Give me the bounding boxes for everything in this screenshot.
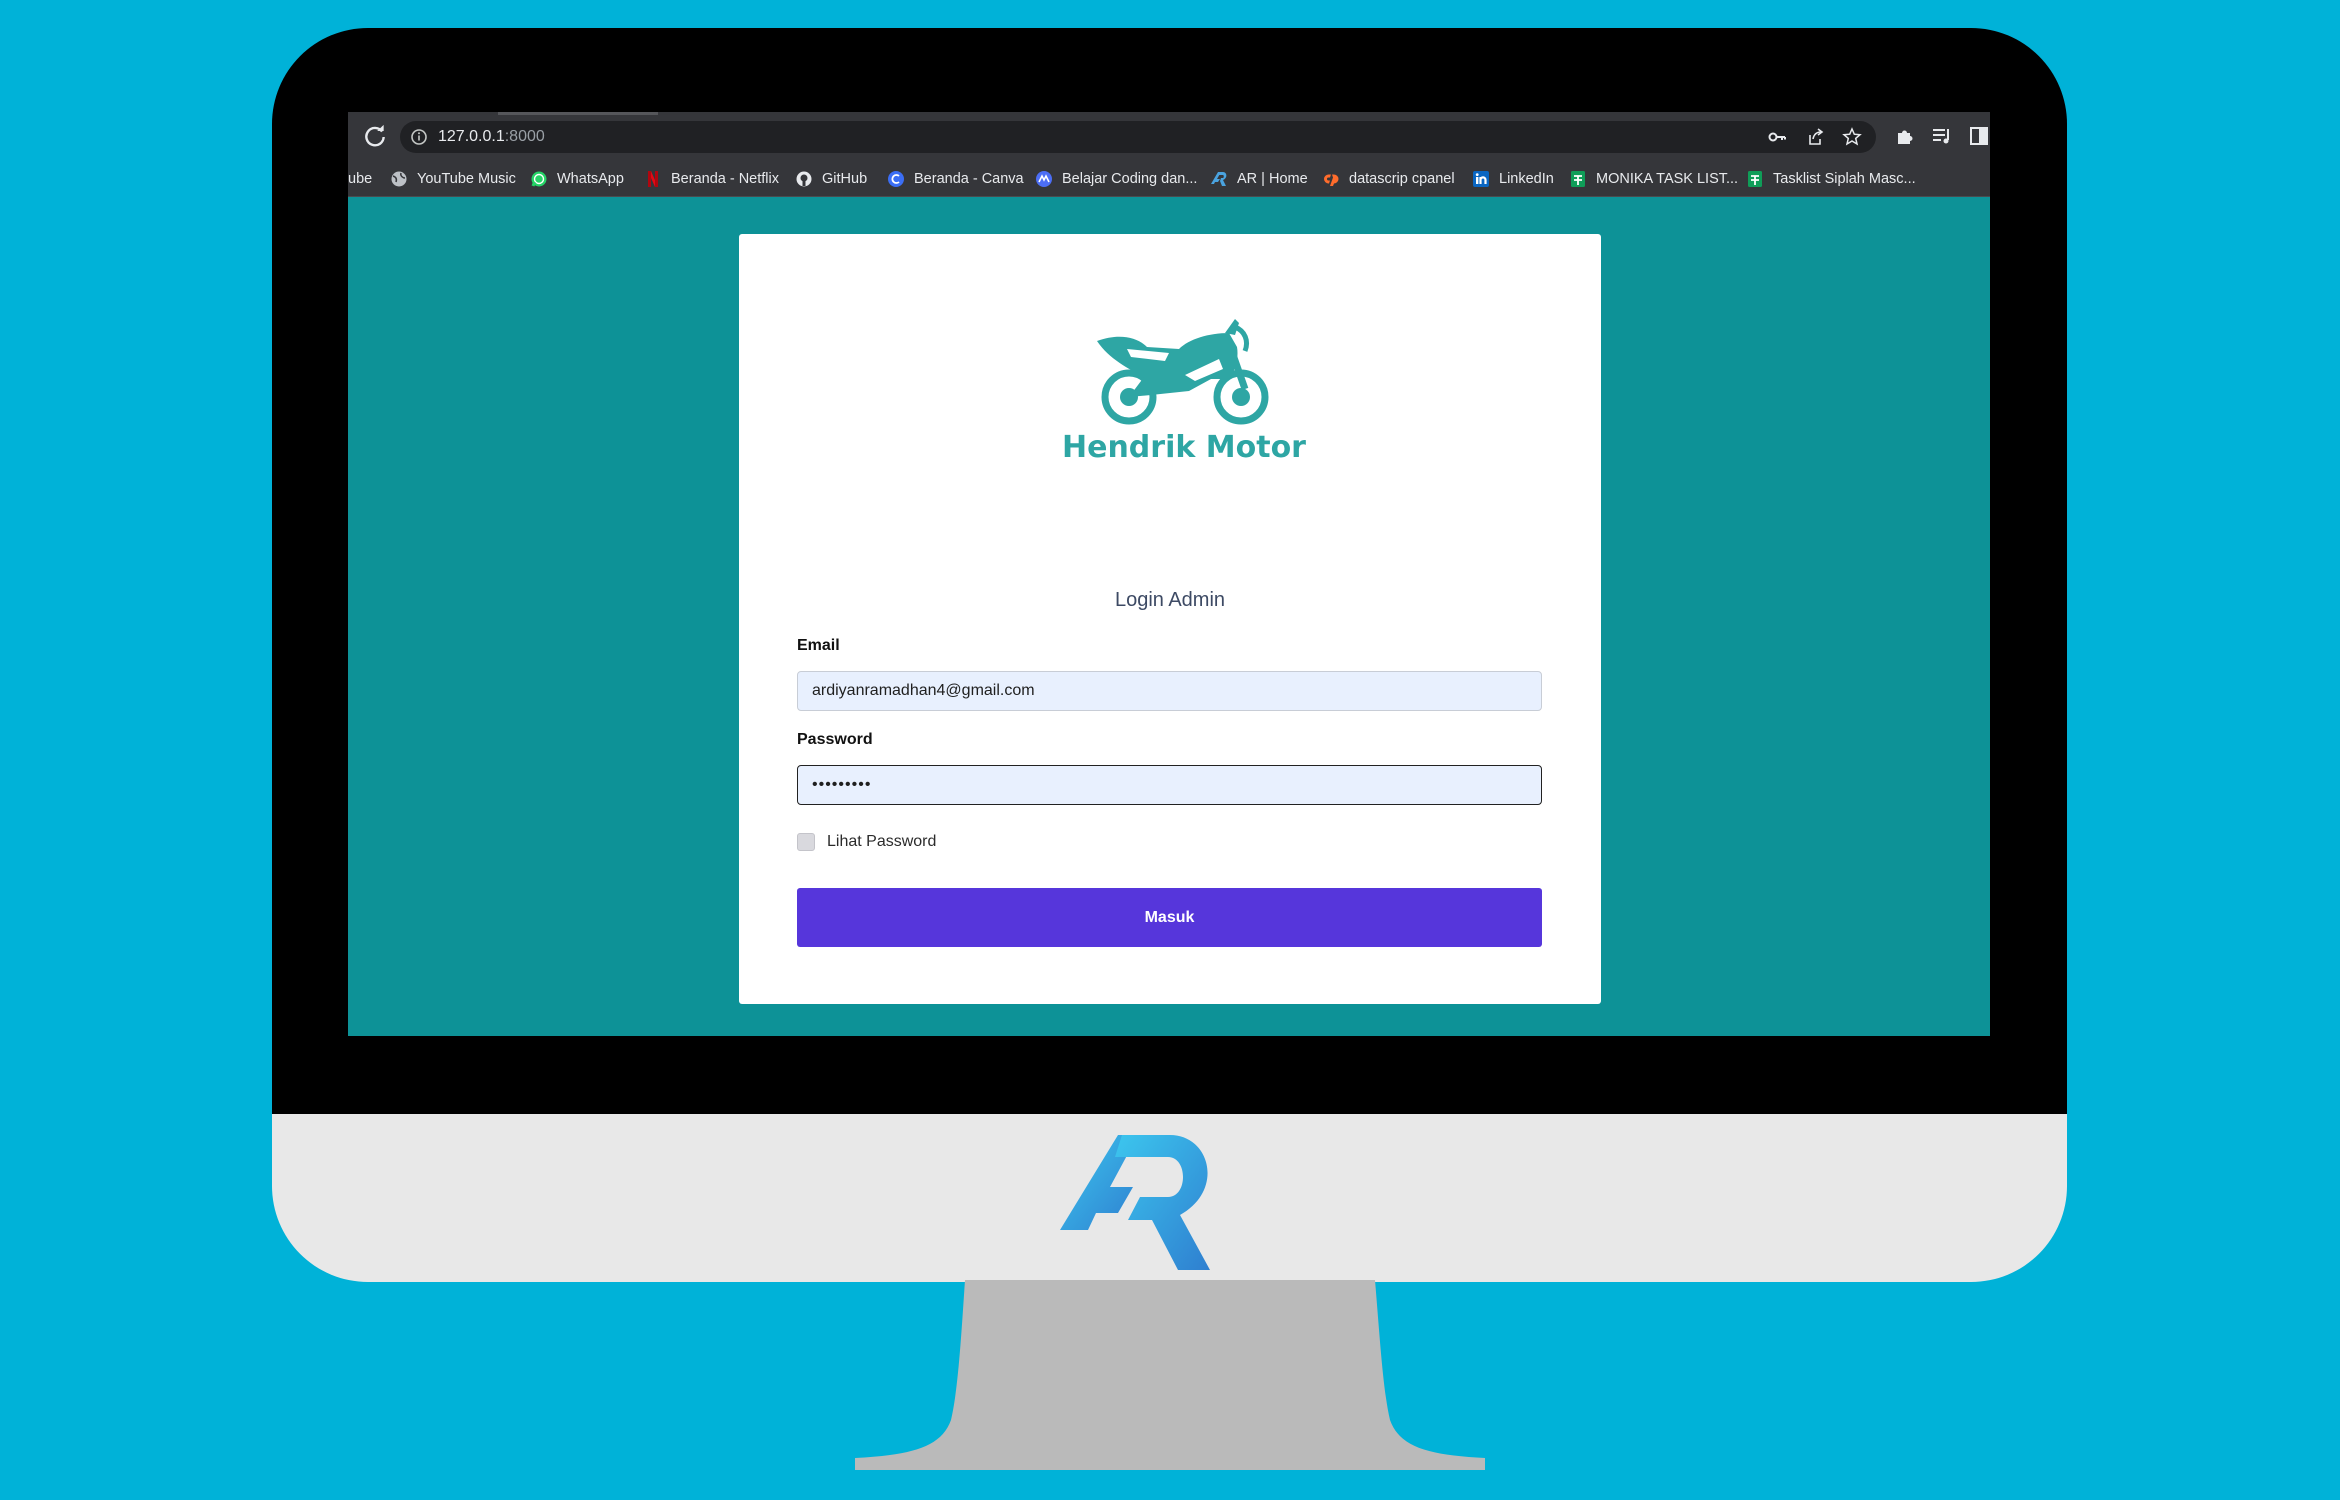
site-info-icon[interactable] [410, 128, 428, 146]
bookmarks-bar: ube YouTube Music WhatsApp Beranda - Net… [348, 162, 1990, 197]
bookmark-item[interactable]: Belajar Coding dan... [1035, 162, 1197, 196]
password-label: Password [797, 731, 873, 748]
login-title: Login Admin [1114, 589, 1226, 611]
bookmark-label: WhatsApp [557, 171, 624, 187]
show-password-row[interactable]: Lihat Password [797, 833, 936, 851]
bookmark-item[interactable]: ube [348, 162, 372, 196]
browser-window: 127.0.0.1:8000 ube YouTube Music WhatsAp… [348, 112, 1990, 1036]
login-card: Hendrik Motor Login Admin Email Password… [739, 234, 1601, 1004]
bookmark-label: Tasklist Siplah Masc... [1773, 171, 1916, 187]
bookmark-item[interactable]: LinkedIn [1472, 162, 1554, 196]
browser-toolbar: 127.0.0.1:8000 [348, 112, 1990, 162]
bookmark-item[interactable]: MONIKA TASK LIST... [1569, 162, 1738, 196]
bookmark-label: AR | Home [1237, 171, 1308, 187]
bookmark-item[interactable]: GitHub [795, 162, 867, 196]
canva-icon [888, 171, 904, 187]
bookmark-item[interactable]: YouTube Music [390, 162, 516, 196]
brand-name: Hendrik Motor [1062, 430, 1306, 465]
github-icon [796, 171, 812, 187]
reload-icon[interactable] [362, 124, 388, 150]
motorcycle-logo-icon [1097, 319, 1269, 425]
show-password-label[interactable]: Lihat Password [827, 833, 936, 851]
tab-strip-sliver [498, 112, 658, 115]
monitor-stand [855, 1280, 1485, 1470]
url-text[interactable]: 127.0.0.1:8000 [438, 128, 545, 146]
whatsapp-icon [531, 171, 547, 187]
email-field[interactable] [797, 671, 1542, 711]
bookmark-label: MONIKA TASK LIST... [1596, 171, 1739, 187]
netflix-icon [648, 171, 658, 187]
key-icon[interactable] [1767, 127, 1787, 147]
bookmark-label: Belajar Coding dan... [1062, 171, 1198, 187]
password-field[interactable] [797, 765, 1542, 805]
bookmark-item[interactable]: Beranda - Canva [887, 162, 1024, 196]
bookmark-label: Beranda - Netflix [671, 171, 779, 187]
extensions-icon[interactable] [1894, 125, 1916, 147]
ar-logo-icon [1060, 1135, 1210, 1270]
bookmark-label: GitHub [822, 171, 868, 187]
side-panel-icon[interactable] [1968, 125, 1990, 147]
linkedin-icon [1473, 171, 1489, 187]
bookmark-label: Beranda - Canva [914, 171, 1024, 187]
bookmark-item[interactable]: datascrip cpanel [1322, 162, 1455, 196]
url-host: 127.0.0.1 [438, 128, 505, 145]
sheets-icon [1748, 171, 1762, 187]
share-icon[interactable] [1805, 127, 1825, 147]
media-control-icon[interactable] [1931, 125, 1953, 147]
bookmark-label: ube [348, 171, 373, 187]
bookmark-item[interactable]: WhatsApp [530, 162, 624, 196]
bookmark-item[interactable]: AR | Home [1210, 162, 1308, 196]
star-icon[interactable] [1842, 127, 1862, 147]
bookmark-label: datascrip cpanel [1349, 171, 1455, 187]
sheets-icon [1571, 171, 1585, 187]
bookmark-item[interactable]: Beranda - Netflix [644, 162, 779, 196]
ar-icon [1211, 172, 1227, 186]
email-label: Email [797, 637, 840, 654]
show-password-checkbox[interactable] [797, 833, 815, 851]
globe-icon [391, 171, 407, 187]
meta-icon [1036, 171, 1052, 187]
url-port: :8000 [504, 128, 545, 145]
login-button[interactable]: Masuk [797, 888, 1542, 947]
bookmark-item[interactable]: Tasklist Siplah Masc... [1746, 162, 1916, 196]
address-bar[interactable]: 127.0.0.1:8000 [400, 121, 1876, 153]
bookmark-label: LinkedIn [1499, 171, 1554, 187]
bookmark-label: YouTube Music [417, 171, 516, 187]
cpanel-icon [1324, 174, 1339, 186]
